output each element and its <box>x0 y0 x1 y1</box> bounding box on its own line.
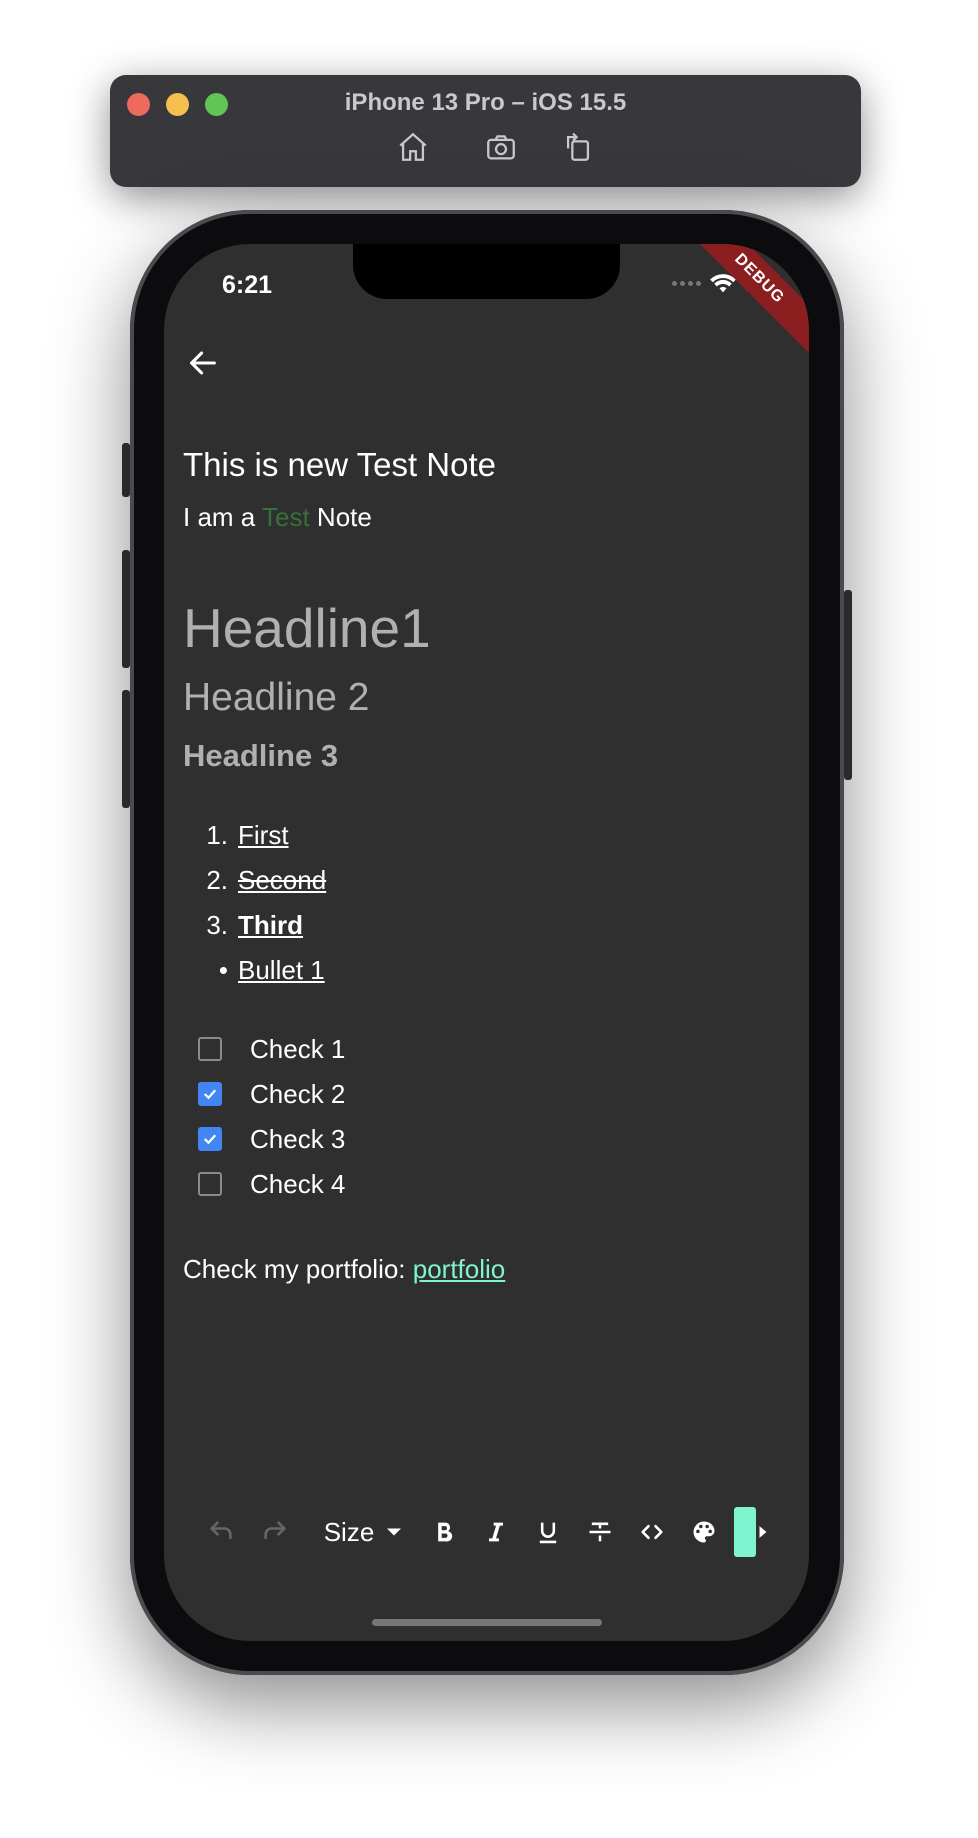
list-marker: 3. <box>206 909 228 940</box>
mute-switch <box>122 443 130 497</box>
bullet-marker: • <box>218 954 228 985</box>
list-item[interactable]: 1. First <box>183 815 289 855</box>
checkbox[interactable] <box>198 1037 222 1061</box>
back-arrow-icon <box>190 351 216 375</box>
rotate-icon <box>566 132 590 161</box>
simulator-title: iPhone 13 Pro – iOS 15.5 <box>344 89 627 116</box>
underline-button[interactable] <box>522 1507 574 1557</box>
rotate-button[interactable] <box>558 127 598 167</box>
underline-icon <box>539 1522 557 1544</box>
home-button[interactable] <box>393 127 433 167</box>
italic-icon <box>489 1522 503 1542</box>
list-marker: 1. <box>206 819 228 850</box>
checklist-label: Check 3 <box>250 1123 346 1154</box>
checkbox[interactable] <box>198 1127 222 1151</box>
bold-icon <box>438 1522 453 1542</box>
more-tools-button[interactable] <box>756 1507 770 1557</box>
italic-button[interactable] <box>470 1507 522 1557</box>
size-dropdown[interactable]: Size <box>314 1507 418 1557</box>
checklist-label: Check 2 <box>250 1078 346 1109</box>
subtitle-highlight: Test <box>262 502 310 532</box>
screenshot-button[interactable] <box>481 127 521 167</box>
list-item-text: Third <box>238 909 303 940</box>
notch <box>353 244 620 299</box>
subtitle-suffix: Note <box>309 502 372 532</box>
list-item[interactable]: 2. Second <box>183 860 326 900</box>
undo-button[interactable] <box>194 1507 248 1557</box>
volume-down-button <box>122 690 130 808</box>
subtitle-prefix: I am a <box>183 502 263 532</box>
palette-icon <box>693 1521 715 1543</box>
list-item-text: First <box>238 819 289 850</box>
redo-button[interactable] <box>248 1507 302 1557</box>
color-button[interactable] <box>678 1507 730 1557</box>
home-indicator[interactable] <box>372 1619 602 1626</box>
editor-toolbar: Size <box>194 1504 809 1560</box>
checkbox[interactable] <box>198 1172 222 1196</box>
chevron-down-icon <box>387 1528 402 1536</box>
checklist-item[interactable]: Check 2 <box>198 1074 345 1114</box>
code-button[interactable] <box>626 1507 678 1557</box>
checkmark-icon <box>203 1089 217 1100</box>
headline-1[interactable]: Headline1 <box>183 596 431 660</box>
checklist-label: Check 1 <box>250 1033 346 1064</box>
arrow-right-icon <box>759 1526 767 1538</box>
note-subtitle[interactable]: I am a Test Note <box>183 502 372 533</box>
checklist-label: Check 4 <box>250 1168 346 1199</box>
headline-2[interactable]: Headline 2 <box>183 676 369 720</box>
power-button <box>844 590 852 780</box>
app-screen: 6:21 DEBUG This is new Test Note I am a … <box>164 244 809 1641</box>
size-label: Size <box>323 1516 375 1547</box>
checklist-item[interactable]: Check 3 <box>198 1119 345 1159</box>
list-item-text: Second <box>238 864 327 895</box>
list-item[interactable]: • Bullet 1 <box>183 950 325 990</box>
volume-up-button <box>122 550 130 668</box>
list-item[interactable]: 3. Third <box>183 905 303 945</box>
checklist-item[interactable]: Check 1 <box>198 1029 345 1069</box>
screenshot-icon <box>487 135 515 160</box>
home-icon <box>399 132 427 161</box>
strikethrough-icon <box>589 1522 611 1542</box>
signal-icon <box>672 280 701 286</box>
list-item-text: Bullet 1 <box>238 954 325 985</box>
portfolio-line: Check my portfolio: portfolio <box>183 1254 505 1285</box>
code-icon <box>641 1524 663 1540</box>
list-marker: 2. <box>206 864 228 895</box>
note-title[interactable]: This is new Test Note <box>183 446 496 484</box>
back-button[interactable] <box>186 346 230 390</box>
bold-button[interactable] <box>418 1507 470 1557</box>
redo-icon <box>264 1521 286 1540</box>
undo-icon <box>210 1521 232 1540</box>
scroll-indicator <box>734 1507 756 1557</box>
status-time: 6:21 <box>222 271 273 299</box>
checkmark-icon <box>203 1134 217 1145</box>
headline-3[interactable]: Headline 3 <box>183 738 338 774</box>
checkbox[interactable] <box>198 1082 222 1106</box>
portfolio-link[interactable]: portfolio <box>413 1254 506 1284</box>
checklist-item[interactable]: Check 4 <box>198 1164 345 1204</box>
strikethrough-button[interactable] <box>574 1507 626 1557</box>
simulator-toolbar: iPhone 13 Pro – iOS 15.5 <box>110 75 861 187</box>
portfolio-prefix: Check my portfolio: <box>183 1254 413 1284</box>
